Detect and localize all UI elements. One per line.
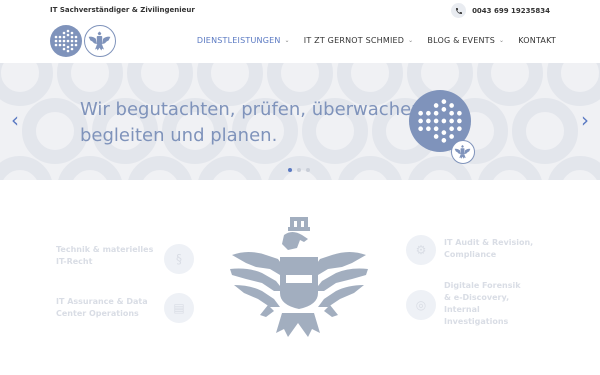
nav-label: IT ZT GERNOT SCHMIED — [303, 36, 405, 45]
slider-dot-2[interactable] — [297, 168, 301, 172]
service-line: & e-Discovery, — [444, 293, 510, 302]
hero-headline: Wir begutachten, prüfen, überwachen, beg… — [80, 97, 428, 149]
service-line: Digitale Forensik — [444, 281, 521, 290]
slider-prev-arrow-icon[interactable]: ‹ — [6, 108, 24, 132]
site-header: DIENSTLEISTUNGEN ⌄ IT ZT GERNOT SCHMIED … — [0, 22, 600, 64]
service-line: Technik & materielles — [56, 245, 154, 254]
slider-next-arrow-icon[interactable]: › — [576, 108, 594, 132]
main-nav: DIENSTLEISTUNGEN ⌄ IT ZT GERNOT SCHMIED … — [197, 36, 556, 45]
service-line: Center Operations — [56, 309, 139, 318]
austrian-eagle-icon — [230, 217, 368, 337]
fingerprint-icon: ◎ — [406, 290, 436, 320]
hero-slider: ‹ › Wir begutachten, prüfen, überwachen,… — [0, 63, 600, 180]
service-digitale-forensik[interactable]: Digitale Forensik & e-Discovery, Interna… — [444, 280, 521, 328]
slider-dots — [288, 168, 310, 172]
slider-dot-3[interactable] — [306, 168, 310, 172]
phone-icon — [451, 3, 467, 18]
chevron-down-icon: ⌄ — [284, 37, 290, 44]
service-line: IT-Recht — [56, 257, 93, 266]
hero-line-2: begleiten und planen. — [80, 125, 278, 146]
service-technik-it-recht[interactable]: Technik & materielles IT-Recht — [56, 244, 153, 268]
service-it-assurance[interactable]: IT Assurance & Data Center Operations — [56, 296, 148, 320]
services-section: Technik & materielles IT-Recht § IT Assu… — [0, 180, 600, 375]
nav-item-kontakt[interactable]: KONTAKT — [518, 36, 556, 45]
service-line: Compliance — [444, 250, 497, 259]
paragraph-icon: § — [164, 244, 194, 274]
service-line: IT Assurance & Data — [56, 297, 148, 306]
hero-eagle-logo-icon — [451, 140, 475, 164]
nav-item-blog-events[interactable]: BLOG & EVENTS ⌄ — [427, 36, 504, 45]
tagline: IT Sachverständiger & Zivilingenieur — [50, 6, 195, 14]
phone-number[interactable]: 0043 699 19235834 — [472, 7, 550, 15]
service-it-audit[interactable]: IT Audit & Revision, Compliance — [444, 237, 533, 261]
service-line: Internal — [444, 305, 480, 314]
chevron-down-icon: ⌄ — [499, 37, 505, 44]
eagle-logo-icon[interactable] — [84, 25, 116, 57]
server-icon: ▤ — [164, 293, 194, 323]
nav-label: BLOG & EVENTS — [427, 36, 496, 45]
nav-label: KONTAKT — [518, 36, 556, 45]
nav-item-it-zt-gernot-schmied[interactable]: IT ZT GERNOT SCHMIED ⌄ — [304, 36, 414, 45]
nav-label: DIENSTLEISTUNGEN — [196, 36, 281, 45]
service-line: Investigations — [444, 317, 509, 326]
audit-icon: ⚙ — [406, 235, 436, 265]
nav-item-dienstleistungen[interactable]: DIENSTLEISTUNGEN ⌄ — [197, 36, 290, 45]
top-bar: IT Sachverständiger & Zivilingenieur 004… — [0, 0, 600, 22]
service-line: IT Audit & Revision, — [444, 238, 534, 247]
phone-contact[interactable]: 0043 699 19235834 — [451, 3, 550, 18]
chevron-down-icon: ⌄ — [408, 37, 414, 44]
logo-dots-icon[interactable] — [50, 25, 82, 57]
hero-line-1: Wir begutachten, prüfen, überwachen, — [80, 99, 429, 120]
slider-dot-1[interactable] — [288, 168, 292, 172]
